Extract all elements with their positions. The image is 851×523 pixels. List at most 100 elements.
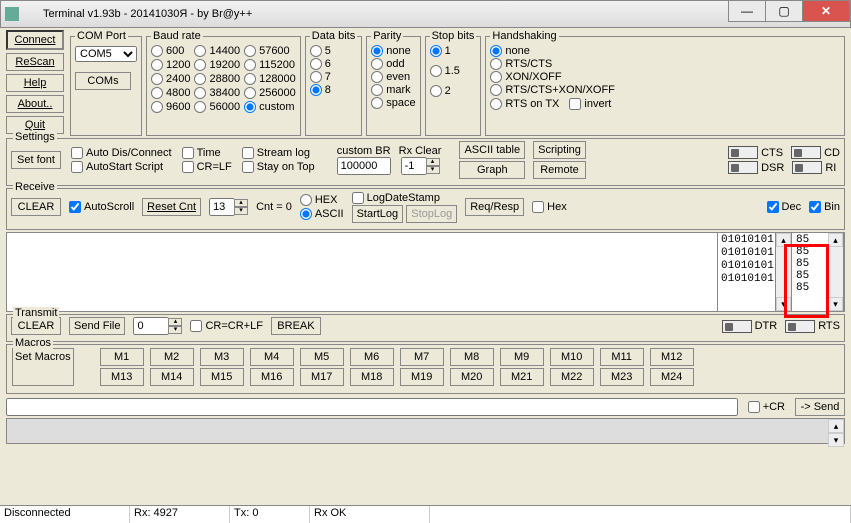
about-button[interactable]: About..	[6, 95, 64, 113]
baud-57600[interactable]	[244, 45, 256, 57]
logdate-check[interactable]	[352, 192, 364, 204]
rescan-button[interactable]: ReScan	[6, 53, 64, 71]
baud-4800[interactable]	[151, 87, 163, 99]
macro-m8[interactable]: M8	[450, 348, 494, 366]
parity-odd[interactable]	[371, 58, 383, 70]
rts-led[interactable]	[785, 320, 815, 333]
streamlog-check[interactable]	[242, 147, 254, 159]
macro-m22[interactable]: M22	[550, 368, 594, 386]
macro-m14[interactable]: M14	[150, 368, 194, 386]
parity-none[interactable]	[371, 45, 383, 57]
bin-scroll[interactable]: ▴▾	[776, 233, 792, 311]
macro-m9[interactable]: M9	[500, 348, 544, 366]
databits-5[interactable]	[310, 45, 322, 57]
rxclear-input[interactable]	[401, 157, 427, 175]
macro-m7[interactable]: M7	[400, 348, 444, 366]
cnt-spin[interactable]	[209, 198, 235, 216]
dec-check[interactable]	[767, 201, 779, 213]
macro-m15[interactable]: M15	[200, 368, 244, 386]
send-input[interactable]	[6, 398, 738, 416]
autostart-check[interactable]	[71, 161, 83, 173]
close-button[interactable]: ✕	[802, 0, 850, 22]
remote-button[interactable]: Remote	[533, 161, 586, 179]
stopbits-1[interactable]	[430, 45, 442, 57]
scripting-button[interactable]: Scripting	[533, 141, 586, 159]
macro-m20[interactable]: M20	[450, 368, 494, 386]
stoplog-button[interactable]: StopLog	[406, 205, 457, 223]
minimize-button[interactable]: —	[728, 0, 766, 22]
parity-space[interactable]	[371, 97, 383, 109]
autodis-check[interactable]	[71, 147, 83, 159]
resetcnt-button[interactable]: Reset Cnt	[142, 198, 201, 216]
setmacros-button[interactable]: Set Macros	[12, 348, 74, 386]
dtr-led[interactable]	[722, 320, 752, 333]
bin-check[interactable]	[809, 201, 821, 213]
databits-8[interactable]	[310, 84, 322, 96]
baud-28800[interactable]	[194, 73, 206, 85]
baud-14400[interactable]	[194, 45, 206, 57]
coms-button[interactable]: COMs	[75, 72, 131, 90]
baud-256000[interactable]	[244, 87, 256, 99]
hex2-check[interactable]	[532, 201, 544, 213]
macro-m12[interactable]: M12	[650, 348, 694, 366]
rx-ascii[interactable]	[300, 208, 312, 220]
macro-m21[interactable]: M21	[500, 368, 544, 386]
baud-1200[interactable]	[151, 59, 163, 71]
receive-main[interactable]	[7, 233, 718, 311]
databits-6[interactable]	[310, 58, 322, 70]
macro-m16[interactable]: M16	[250, 368, 294, 386]
macro-m17[interactable]: M17	[300, 368, 344, 386]
baud-custom[interactable]	[244, 101, 256, 113]
hs-rtscts-xonxoff[interactable]	[490, 84, 502, 96]
send-button[interactable]: -> Send	[795, 398, 845, 416]
spin-down[interactable]: ▾	[426, 166, 440, 174]
macro-m5[interactable]: M5	[300, 348, 344, 366]
cr-check[interactable]	[748, 401, 760, 413]
macro-m2[interactable]: M2	[150, 348, 194, 366]
break-button[interactable]: BREAK	[271, 317, 321, 335]
baud-2400[interactable]	[151, 73, 163, 85]
macro-m4[interactable]: M4	[250, 348, 294, 366]
macro-m24[interactable]: M24	[650, 368, 694, 386]
rx-clear-button[interactable]: CLEAR	[11, 198, 61, 216]
comport-select[interactable]: COM5	[75, 46, 137, 62]
baud-56000[interactable]	[194, 101, 206, 113]
spin-up[interactable]: ▴	[426, 158, 440, 166]
startlog-button[interactable]: StartLog	[352, 205, 404, 223]
graph-button[interactable]: Graph	[459, 161, 525, 179]
custombr-input[interactable]	[337, 157, 391, 175]
connect-button[interactable]: Connect	[6, 30, 64, 50]
ascii-button[interactable]: ASCII table	[459, 141, 525, 159]
crcrlf-check[interactable]	[190, 320, 202, 332]
invert-check[interactable]	[569, 98, 581, 110]
time-check[interactable]	[182, 147, 194, 159]
hs-none[interactable]	[490, 45, 502, 57]
macro-m3[interactable]: M3	[200, 348, 244, 366]
lower-panel[interactable]: ▴▾	[6, 418, 845, 444]
macro-m23[interactable]: M23	[600, 368, 644, 386]
databits-7[interactable]	[310, 71, 322, 83]
help-button[interactable]: Help	[6, 74, 64, 92]
macro-m10[interactable]: M10	[550, 348, 594, 366]
macro-m18[interactable]: M18	[350, 368, 394, 386]
sendfile-button[interactable]: Send File	[69, 317, 125, 335]
tx-clear-button[interactable]: CLEAR	[11, 317, 61, 335]
stopbits-2[interactable]	[430, 85, 442, 97]
baud-38400[interactable]	[194, 87, 206, 99]
hs-rtscts[interactable]	[490, 58, 502, 70]
stayontop-check[interactable]	[242, 161, 254, 173]
hs-rtsontx[interactable]	[490, 98, 502, 110]
tx-spin[interactable]	[133, 317, 169, 335]
stopbits-1.5[interactable]	[430, 65, 442, 77]
baud-128000[interactable]	[244, 73, 256, 85]
macro-m11[interactable]: M11	[600, 348, 644, 366]
hs-xonxoff[interactable]	[490, 71, 502, 83]
rx-hex[interactable]	[300, 194, 312, 206]
baud-600[interactable]	[151, 45, 163, 57]
maximize-button[interactable]: ▢	[765, 0, 803, 22]
baud-9600[interactable]	[151, 101, 163, 113]
macro-m19[interactable]: M19	[400, 368, 444, 386]
crlf-check[interactable]	[182, 161, 194, 173]
macro-m1[interactable]: M1	[100, 348, 144, 366]
macro-m6[interactable]: M6	[350, 348, 394, 366]
